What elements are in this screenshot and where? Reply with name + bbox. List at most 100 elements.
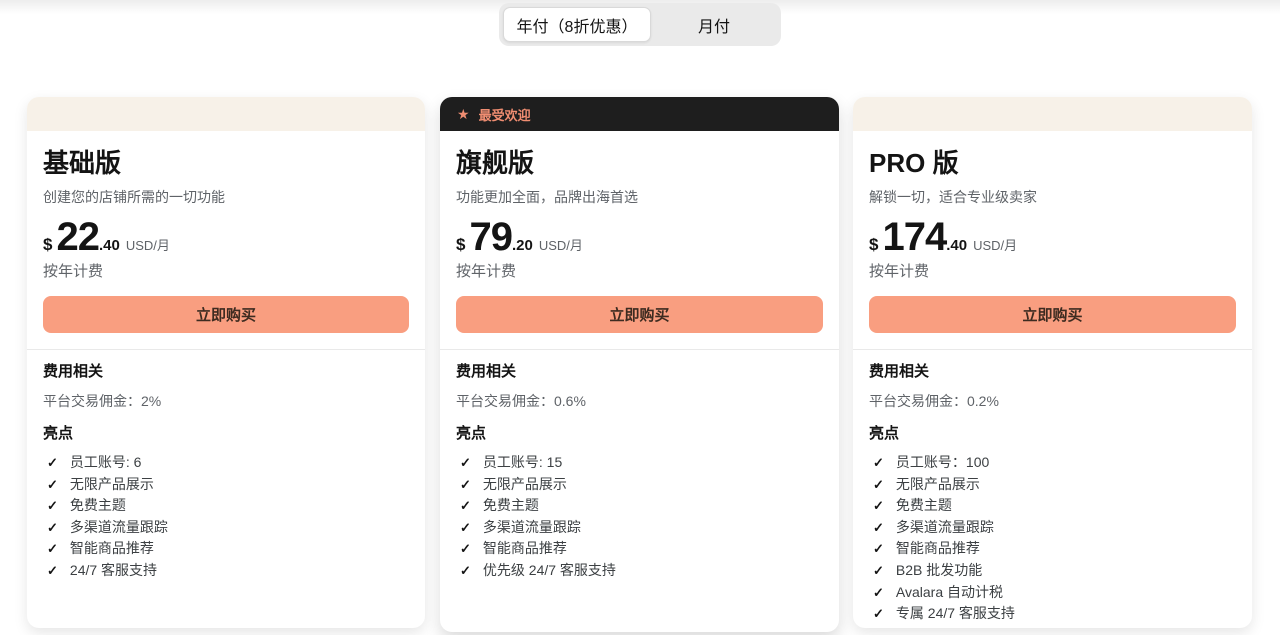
feature-item: ✓ 多渠道流量跟踪 (47, 517, 409, 539)
buy-now-button[interactable]: 立即购买 (43, 296, 409, 333)
feature-item: ✓ 免费主题 (460, 495, 823, 517)
plan-card-basic: 基础版 创建您的店铺所需的一切功能 $22.40USD/月 按年计费 立即购买 … (27, 97, 425, 628)
commission-value: 0.2% (967, 393, 999, 409)
plan-header-band (27, 97, 425, 131)
feature-item: ✓ 无限产品展示 (47, 474, 409, 496)
plan-tagline: 解锁一切，适合专业级卖家 (869, 187, 1236, 207)
check-icon: ✓ (460, 452, 471, 474)
feature-item: ✓智能商品推荐 (460, 538, 823, 560)
plan-card-pro: PRO 版 解锁一切，适合专业级卖家 $174.40USD/月 按年计费 立即购… (853, 97, 1252, 628)
plan-tagline: 创建您的店铺所需的一切功能 (43, 187, 409, 207)
feature-label: 多渠道流量跟踪 (70, 517, 168, 539)
feature-label: 员工账号：100 (896, 452, 989, 474)
plan-name: PRO 版 (869, 147, 1236, 179)
feature-label: 免费主题 (70, 495, 126, 517)
feature-label: 24/7 客服支持 (70, 560, 157, 582)
check-icon: ✓ (873, 452, 884, 474)
check-icon: ✓ (47, 474, 58, 496)
feature-label: 无限产品展示 (483, 474, 567, 496)
feature-label: 免费主题 (483, 495, 539, 517)
fees-heading: 费用相关 (869, 362, 1236, 382)
check-icon: ✓ (47, 538, 58, 560)
toggle-option-annual[interactable]: 年付（8折优惠） (503, 7, 651, 42)
check-icon: ✓ (873, 560, 884, 582)
buy-now-button[interactable]: 立即购买 (456, 296, 823, 333)
commission-label: 平台交易佣金： (456, 393, 554, 409)
feature-label: 多渠道流量跟踪 (896, 517, 994, 539)
price-integer: 79 (469, 215, 512, 259)
price-unit: USD/月 (126, 238, 170, 253)
check-icon: ✓ (47, 495, 58, 517)
commission-line: 平台交易佣金：0.6% (456, 391, 823, 411)
feature-label: 员工账号: 6 (70, 452, 142, 474)
check-icon: ✓ (460, 495, 471, 517)
check-icon: ✓ (460, 517, 471, 539)
price-currency: $ (43, 235, 52, 254)
price-decimal: .40 (99, 237, 120, 254)
feature-label: B2B 批发功能 (896, 560, 982, 582)
billing-note: 按年计费 (43, 262, 409, 282)
check-icon: ✓ (873, 603, 884, 625)
price-decimal: .40 (946, 237, 967, 254)
toggle-option-monthly[interactable]: 月付 (651, 7, 777, 42)
feature-item: ✓ 多渠道流量跟踪 (873, 517, 1236, 539)
feature-item: ✓ 智能商品推荐 (47, 538, 409, 560)
feature-label: 员工账号: 15 (483, 452, 562, 474)
price-integer: 174 (882, 215, 946, 259)
feature-label: 专属 24/7 客服支持 (896, 603, 1015, 625)
billing-note: 按年计费 (456, 262, 823, 282)
feature-item: ✓ 专属 24/7 客服支持 (873, 603, 1236, 625)
price-currency: $ (456, 235, 465, 254)
plan-name: 基础版 (43, 147, 409, 179)
feature-label: 智能商品推荐 (896, 538, 980, 560)
price-integer: 22 (56, 215, 99, 259)
feature-item: ✓24/7 客服支持 (47, 560, 409, 582)
billing-period-toggle: 年付（8折优惠） 月付 (499, 3, 781, 46)
plan-price: $79.20 USD/月 (456, 215, 823, 260)
feature-list: ✓员工账号：100✓无限产品展示✓免费主题✓多渠道流量跟踪✓智能商品推荐✓B2B… (869, 452, 1236, 625)
check-icon: ✓ (460, 538, 471, 560)
feature-item: ✓ B2B 批发功能 (873, 560, 1236, 582)
feature-label: 无限产品展示 (70, 474, 154, 496)
highlights-heading: 亮点 (456, 424, 823, 444)
feature-label: 免费主题 (896, 495, 952, 517)
feature-item: ✓ 优先级 24/7 客服支持 (460, 560, 823, 582)
feature-label: 无限产品展示 (896, 474, 980, 496)
fees-heading: 费用相关 (43, 362, 409, 382)
commission-line: 平台交易佣金：2% (43, 391, 409, 411)
check-icon: ✓ (47, 517, 58, 539)
plan-card-flagship: ★ 最受欢迎 旗舰版 功能更加全面，品牌出海首选 $79.20USD/月 按年计… (440, 97, 839, 632)
commission-value: 2% (141, 393, 161, 409)
plan-price: $22.40 USD/月 (43, 215, 409, 260)
buy-now-button[interactable]: 立即购买 (869, 296, 1236, 333)
check-icon: ✓ (460, 474, 471, 496)
check-icon: ✓ (873, 517, 884, 539)
feature-label: 智能商品推荐 (70, 538, 154, 560)
price-unit: USD/月 (539, 238, 583, 253)
feature-item: ✓ 员工账号: 6 (47, 452, 409, 474)
feature-item: ✓ 无限产品展示 (873, 474, 1236, 496)
billing-note: 按年计费 (869, 262, 1236, 282)
feature-list: ✓ 员工账号: 6 ✓ 无限产品展示 ✓ 免费主题 ✓ 多渠道流量跟踪 ✓ 智能商品推荐✓24/7… (43, 452, 409, 582)
feature-item: ✓ 无限产品展示 (460, 474, 823, 496)
check-icon: ✓ (47, 452, 58, 474)
plan-price: $174.40USD/月 (869, 215, 1236, 260)
feature-label: Avalara 自动计税 (896, 582, 1003, 604)
price-decimal: .20 (512, 237, 533, 254)
feature-item: ✓ 多渠道流量跟踪 (460, 517, 823, 539)
check-icon: ✓ (873, 582, 884, 604)
star-icon: ★ (457, 107, 470, 121)
plan-tagline: 功能更加全面，品牌出海首选 (456, 187, 823, 207)
price-unit: USD/月 (973, 238, 1017, 253)
highlights-heading: 亮点 (869, 424, 1236, 444)
highlights-heading: 亮点 (43, 424, 409, 444)
feature-label: 多渠道流量跟踪 (483, 517, 581, 539)
feature-list: ✓员工账号: 15✓无限产品展示✓免费主题✓多渠道流量跟踪✓智能商品推荐✓优先级… (456, 452, 823, 582)
commission-label: 平台交易佣金： (43, 393, 141, 409)
plan-header-band (853, 97, 1252, 131)
check-icon: ✓ (460, 560, 471, 582)
check-icon: ✓ (873, 474, 884, 496)
feature-item: ✓智能商品推荐 (873, 538, 1236, 560)
feature-label: 优先级 24/7 客服支持 (483, 560, 616, 582)
popular-badge-band: ★ 最受欢迎 (440, 97, 839, 131)
